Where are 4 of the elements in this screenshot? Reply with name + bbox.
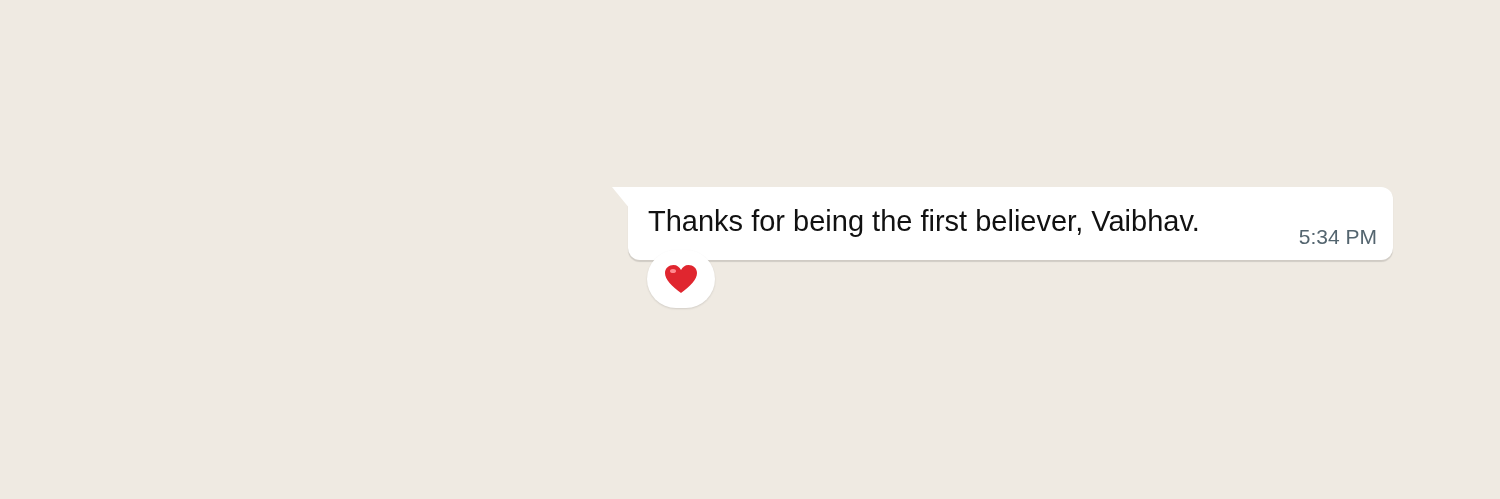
reaction-badge[interactable] (647, 250, 715, 308)
heart-icon (664, 264, 698, 294)
message-text: Thanks for being the first believer, Vaibhav. (648, 205, 1200, 238)
message-time: 5:34 PM (1298, 225, 1377, 249)
